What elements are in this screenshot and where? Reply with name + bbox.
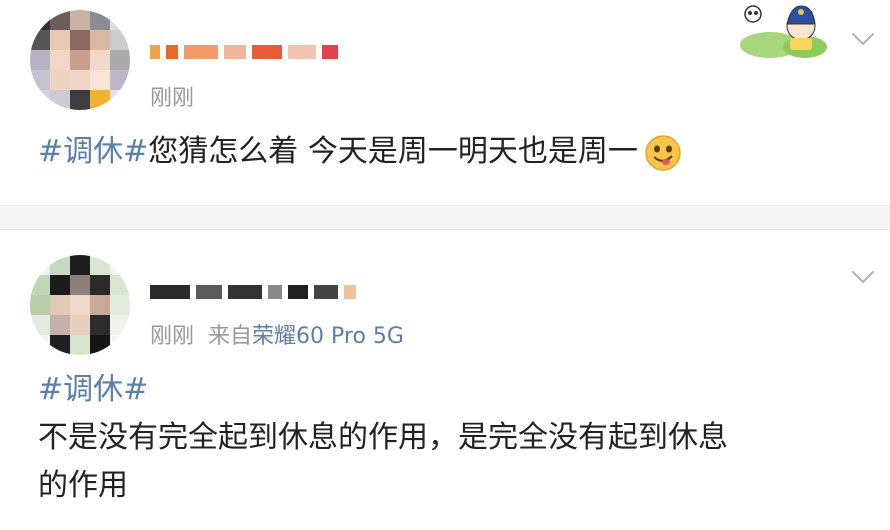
source-prefix: 来自 <box>208 324 253 349</box>
avatar[interactable] <box>30 255 130 355</box>
post-meta: 刚刚 来自荣耀60 Pro 5G <box>150 318 404 350</box>
post-time: 刚刚 <box>150 324 195 349</box>
post-divider <box>0 205 890 230</box>
post-content: #调休#您猜怎么着 今天是周一明天也是周一 <box>38 130 682 174</box>
cartoon-sticker <box>740 5 827 58</box>
avatar[interactable] <box>30 10 130 110</box>
username-redacted[interactable] <box>150 45 338 59</box>
post-hashtag-line: #调休# <box>38 368 148 412</box>
post-text-line-2: 的作用 <box>38 468 128 503</box>
weibo-post-1: 刚刚 #调休#您猜怎么着 今天是周一明天也是周一 <box>0 0 890 205</box>
hashtag-link[interactable]: #调休# <box>38 134 148 169</box>
source-device-link[interactable]: 荣耀60 Pro 5G <box>252 324 404 349</box>
chevron-down-icon[interactable] <box>851 32 875 46</box>
post-text-line-1: 不是没有完全起到休息的作用，是完全没有起到休息 <box>38 420 728 455</box>
smirk-emoji <box>645 134 681 171</box>
post-time: 刚刚 <box>150 86 195 111</box>
chevron-down-icon[interactable] <box>851 270 875 284</box>
hashtag-link[interactable]: #调休# <box>38 372 148 407</box>
weibo-post-2: 刚刚 来自荣耀60 Pro 5G #调休# 不是没有完全起到休息的作用，是完全没… <box>0 230 890 530</box>
post-text: 您猜怎么着 今天是周一明天也是周一 <box>148 134 638 169</box>
username-redacted[interactable] <box>150 285 356 299</box>
